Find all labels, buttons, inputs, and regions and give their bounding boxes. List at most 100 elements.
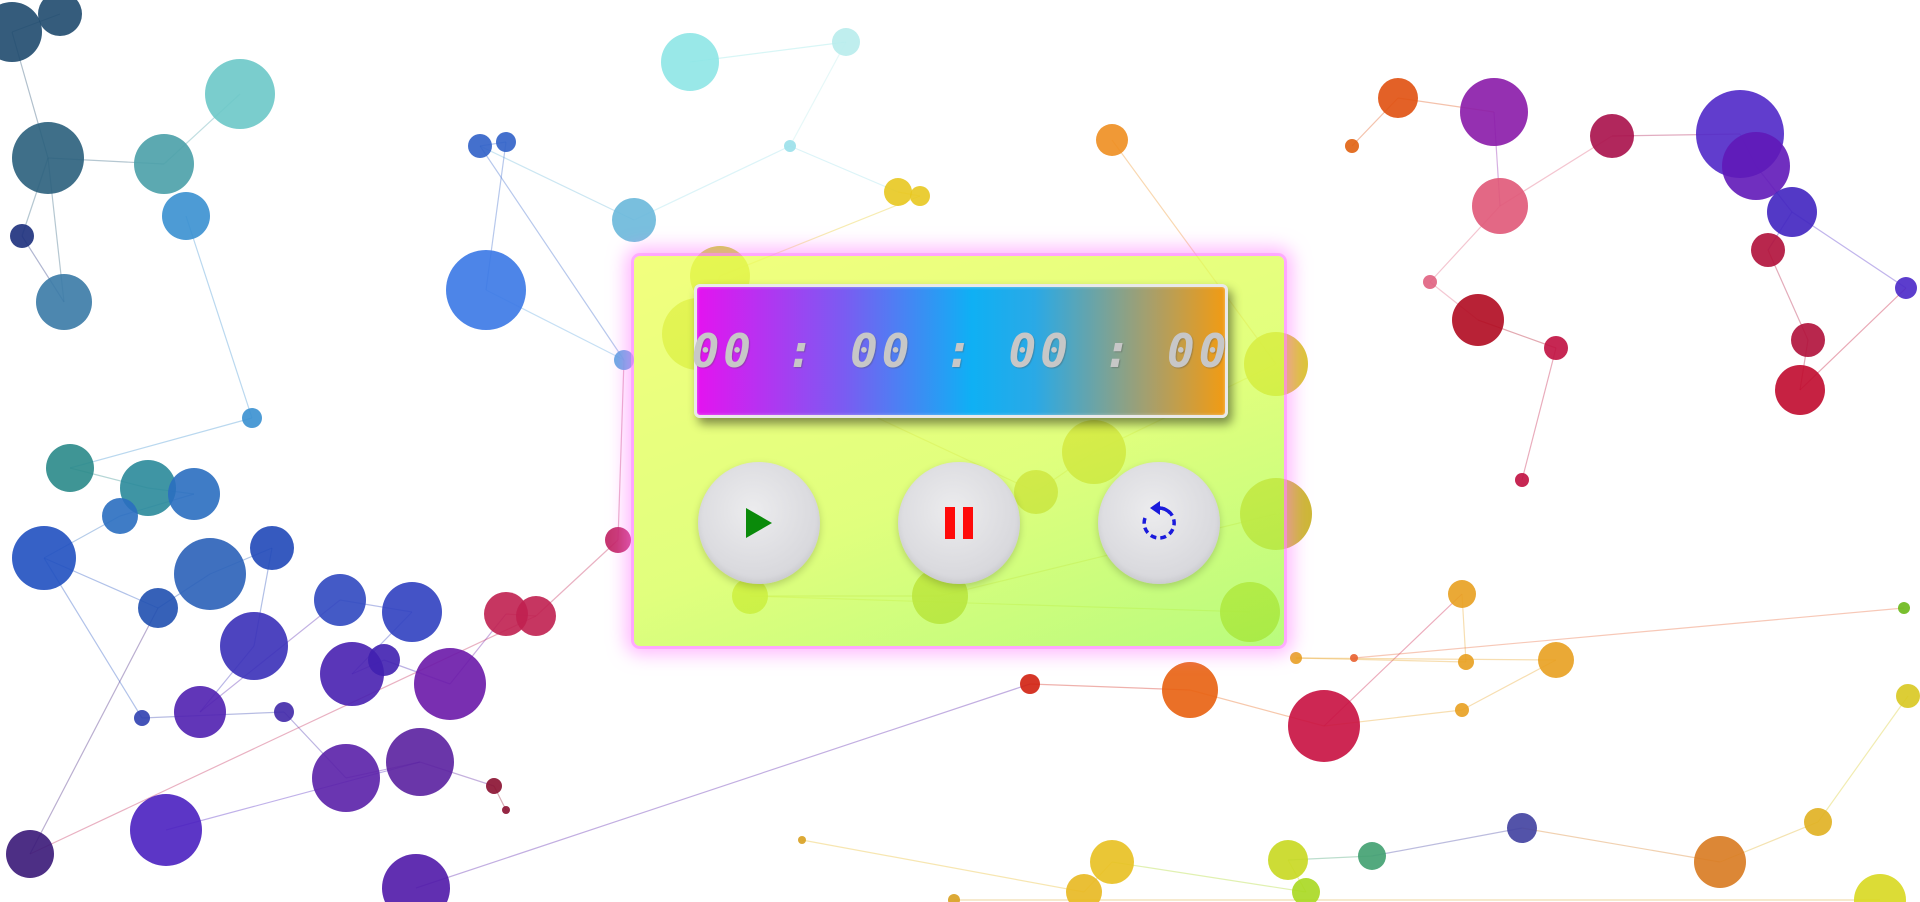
play-icon [746,508,772,538]
network-node [12,122,84,194]
network-node [486,778,502,794]
page: 00 : 00 : 00 : 00 [0,0,1920,902]
network-node [1722,132,1790,200]
network-node [1020,674,1040,694]
network-node [496,132,516,152]
network-node [130,794,202,866]
network-node [1460,78,1528,146]
network-node [832,28,860,56]
start-button[interactable] [698,462,820,584]
network-link [1521,827,1721,863]
network-node [1751,233,1785,267]
network-node [102,498,138,534]
network-node [205,59,275,129]
network-node [1898,602,1910,614]
network-link [801,839,1085,893]
reset-button[interactable] [1098,462,1220,584]
network-link [789,41,847,147]
network-node [1378,78,1418,118]
network-node [1448,580,1476,608]
stopwatch-panel: 00 : 00 : 00 : 00 [634,256,1284,646]
network-node [1538,642,1574,678]
network-node [1288,690,1360,762]
network-node [0,2,42,62]
network-node [274,702,294,722]
network-node [1345,139,1359,153]
network-node [1290,652,1302,664]
network-node [242,408,262,428]
network-node [910,186,930,206]
network-node [1472,178,1528,234]
network-node [382,854,450,902]
network-node [661,33,719,91]
network-node [46,444,94,492]
network-node [1895,277,1917,299]
network-node [168,468,220,520]
network-node [162,192,210,240]
network-link [617,359,625,541]
network-node [784,140,796,152]
network-link [1817,695,1909,823]
network-node [1423,275,1437,289]
network-node [1162,662,1218,718]
network-link [633,145,791,221]
network-node [1775,365,1825,415]
network-node [368,644,400,676]
network-node [312,744,380,812]
time-readout: 00 : 00 : 00 : 00 [691,324,1231,378]
network-link [185,215,253,419]
network-node [386,728,454,796]
network-node [250,526,294,570]
network-node [1096,124,1128,156]
network-node [516,596,556,636]
network-node [138,588,178,628]
network-node [134,710,150,726]
network-node [174,538,246,610]
network-node [1455,703,1469,717]
network-link [479,145,635,221]
network-node [134,134,194,194]
network-link [415,683,1031,889]
network-node [1507,813,1537,843]
network-link [1371,827,1523,857]
network-node [468,134,492,158]
network-node [36,274,92,330]
network-node [220,612,288,680]
pause-icon [945,507,973,539]
network-node [1358,842,1386,870]
network-node [1544,336,1568,360]
network-node [605,527,631,553]
network-node [1090,840,1134,884]
network-node [948,894,960,902]
network-node [614,350,634,370]
network-node [1694,836,1746,888]
network-node [1515,473,1529,487]
network-node [446,250,526,330]
network-link [69,417,253,469]
network-node [6,830,54,878]
network-node [12,526,76,590]
network-node [1268,840,1308,880]
network-node [174,686,226,738]
network-node [1590,114,1634,158]
network-node [1452,294,1504,346]
network-node [414,648,486,720]
reset-icon [1142,501,1176,540]
network-node [798,836,806,844]
network-node [382,582,442,642]
network-node [1458,654,1474,670]
network-link [1521,347,1557,481]
network-link [1353,607,1905,659]
network-node [1791,323,1825,357]
network-node [1896,684,1920,708]
network-node [502,806,510,814]
network-node [1292,878,1320,902]
network-link [789,145,899,193]
network-node [1767,187,1817,237]
network-node [10,224,34,248]
network-node [884,178,912,206]
pause-button[interactable] [898,462,1020,584]
network-node [314,574,366,626]
network-node [38,0,82,36]
time-display: 00 : 00 : 00 : 00 [691,284,1231,418]
